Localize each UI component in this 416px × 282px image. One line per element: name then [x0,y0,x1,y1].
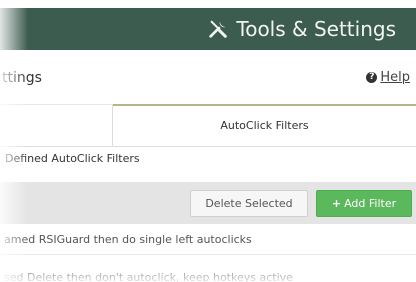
header-bar: Tools & Settings [0,8,416,50]
tab-bar: AutoClick Filters [0,104,416,147]
settings-subbar: ttings ? Help [0,50,416,104]
question-circle-icon: ? [366,72,378,83]
header-title-text: Tools & Settings [236,17,396,41]
section-title: Defined AutoClick Filters [5,152,140,165]
delete-selected-button[interactable]: Delete Selected [190,190,308,217]
delete-selected-label: Delete Selected [205,197,293,210]
help-link[interactable]: ? Help [366,70,410,85]
add-filter-button[interactable]: + Add Filter [316,190,412,217]
page-title: ttings [2,70,42,86]
filter-row[interactable]: amed RSIGuard then do single left autocl… [0,224,416,255]
filter-row-text: sed Delete then don't autoclick, keep ho… [4,271,293,282]
plus-icon: + [331,197,342,210]
tab-other[interactable] [0,104,113,146]
add-filter-label: Add Filter [344,197,397,210]
help-label: Help [380,70,410,85]
header-title: Tools & Settings [207,17,396,41]
filters-toolbar: Delete Selected + Add Filter [0,182,416,224]
tools-icon [209,20,228,38]
filter-row[interactable]: sed Delete then don't autoclick, keep ho… [0,262,416,282]
filter-row-text: amed RSIGuard then do single left autocl… [4,233,252,246]
tools-settings-window: Tools & Settings ttings ? Help AutoClick… [0,0,416,282]
tab-autoclick-filters[interactable]: AutoClick Filters [113,104,416,146]
tab-autoclick-filters-label: AutoClick Filters [220,119,309,132]
